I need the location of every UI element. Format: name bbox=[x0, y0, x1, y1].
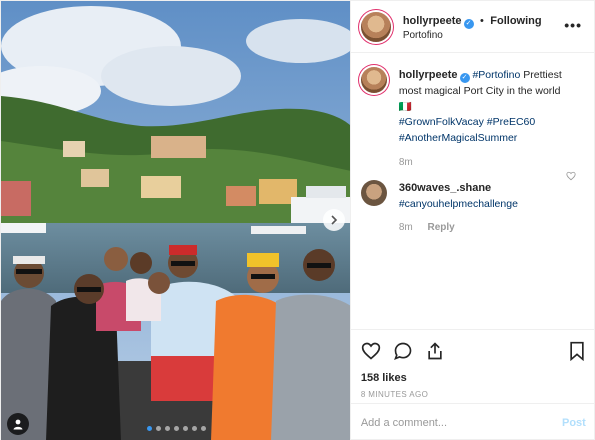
comment-item: 360waves_.shane #canyouhelpmechallenge 8… bbox=[360, 179, 584, 236]
next-photo-button[interactable] bbox=[323, 209, 345, 231]
comment-meta: 8m Reply bbox=[399, 220, 581, 235]
comments-list: hollyrpeete ✓ #Portofino Prettiest most m… bbox=[351, 53, 594, 235]
carousel-dot bbox=[200, 426, 206, 431]
comment-age[interactable]: 8m bbox=[399, 222, 413, 233]
action-icons bbox=[361, 340, 586, 362]
photo-scene bbox=[1, 1, 350, 440]
verified-badge-icon: ✓ bbox=[459, 73, 470, 83]
location-link[interactable]: Portofino bbox=[403, 30, 542, 43]
share-icon[interactable] bbox=[425, 341, 445, 361]
post-timestamp[interactable]: 8 MINUTES AGO bbox=[361, 390, 586, 399]
caption-meta: 8m bbox=[399, 155, 581, 170]
carousel-dot bbox=[182, 426, 188, 431]
caption-username[interactable]: hollyrpeete bbox=[399, 69, 458, 81]
carousel-dot bbox=[155, 426, 161, 431]
bookmark-icon[interactable] bbox=[568, 341, 586, 361]
caption: hollyrpeete ✓ #Portofino Prettiest most m… bbox=[360, 67, 584, 170]
hashtag-link[interactable]: #PreEC60 bbox=[487, 116, 535, 128]
post-actions: 158 likes 8 MINUTES AGO bbox=[350, 329, 595, 399]
header-separator: • bbox=[479, 15, 484, 28]
caption-age[interactable]: 8m bbox=[399, 157, 413, 168]
comment-avatar[interactable] bbox=[360, 179, 387, 206]
comment-icon[interactable] bbox=[393, 341, 413, 361]
instagram-post: hollyrpeete ✓ • Following Portofino ••• h… bbox=[0, 0, 595, 440]
heart-icon[interactable] bbox=[361, 341, 381, 361]
caption-avatar[interactable] bbox=[360, 67, 387, 93]
carousel-dot bbox=[146, 426, 152, 431]
comment-body: 360waves_.shane #canyouhelpmechallenge 8… bbox=[399, 180, 581, 236]
carousel-indicator bbox=[1, 426, 350, 431]
following-button[interactable]: Following bbox=[490, 15, 541, 27]
comment-hashtag[interactable]: #canyouhelpmechallenge bbox=[399, 198, 518, 210]
chevron-right-icon bbox=[331, 215, 338, 225]
caption-body: hollyrpeete ✓ #Portofino Prettiest most m… bbox=[399, 67, 581, 170]
comment-input[interactable] bbox=[360, 416, 541, 429]
reply-button[interactable]: Reply bbox=[428, 222, 455, 233]
flag-emoji: 🇮🇹 bbox=[398, 100, 412, 113]
post-comment-button[interactable]: Post bbox=[562, 417, 586, 429]
carousel-dot bbox=[191, 426, 197, 431]
tagged-users-button[interactable] bbox=[7, 413, 29, 435]
post-header: hollyrpeete ✓ • Following Portofino ••• bbox=[350, 1, 594, 53]
header-username[interactable]: hollyrpeete bbox=[403, 15, 462, 27]
post-side-panel: hollyrpeete ✓ • Following Portofino ••• h… bbox=[349, 1, 595, 440]
carousel-dot bbox=[173, 426, 179, 431]
post-photo[interactable] bbox=[1, 1, 350, 440]
hashtag-link[interactable]: #GrownFolkVacay bbox=[399, 116, 484, 128]
header-text: hollyrpeete ✓ • Following Portofino bbox=[403, 10, 542, 43]
likes-count[interactable]: 158 likes bbox=[361, 372, 586, 384]
add-comment-bar: Post bbox=[350, 403, 595, 440]
avatar[interactable] bbox=[360, 11, 391, 42]
comment-username[interactable]: 360waves_.shane bbox=[399, 182, 491, 194]
more-options-icon[interactable]: ••• bbox=[564, 17, 582, 33]
hashtag-link[interactable]: #AnotherMagicalSummer bbox=[399, 132, 517, 144]
location-hashtag[interactable]: #Portofino bbox=[472, 69, 520, 81]
comment-like-heart-icon[interactable] bbox=[566, 171, 576, 181]
carousel-dot bbox=[164, 426, 170, 431]
verified-badge-icon: ✓ bbox=[463, 19, 474, 30]
